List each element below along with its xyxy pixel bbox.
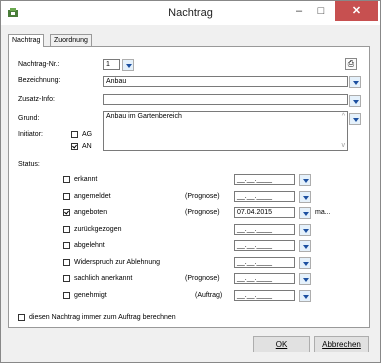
an-label: AN [82,143,92,150]
printer-icon: ⎙ [347,59,355,68]
maximize-button[interactable]: □ [310,1,332,21]
status-checkbox[interactable] [63,275,70,282]
status-note: (Prognose) [185,193,220,200]
an-checkbox[interactable] [71,143,78,150]
cancel-button-label: Abbrechen [322,340,361,349]
always-calc-checkbox[interactable] [18,314,25,321]
zusatz-info-label: Zusatz-Info: [18,96,55,103]
status-date-field[interactable]: __.__.____ [234,273,295,284]
title-bar: Nachtrag – □ ✕ [1,1,380,25]
bezeichnung-dropdown-button[interactable] [349,76,361,88]
status-date-field[interactable]: __.__.____ [234,240,295,251]
status-date-dropdown-button[interactable] [299,174,311,186]
bezeichnung-field[interactable]: Anbau [103,76,348,87]
status-date-field[interactable]: __.__.____ [234,174,295,185]
status-date-dropdown-button[interactable] [299,207,311,219]
close-button[interactable]: ✕ [335,1,378,21]
tab-zuordnung[interactable]: Zuordnung [50,34,92,46]
status-checkbox[interactable] [63,176,70,183]
grund-textarea[interactable]: Anbau im Gartenbereich ^ v [103,111,348,151]
ag-checkbox[interactable] [71,131,78,138]
status-note: (Prognose) [185,209,220,216]
nachtrag-nr-dropdown-button[interactable] [122,59,134,71]
print-button[interactable]: ⎙ [345,58,357,70]
status-checkbox[interactable] [63,242,70,249]
status-label-text: zurückgezogen [74,226,122,233]
scroll-down-arrow-icon[interactable]: v [342,142,346,149]
status-date-field[interactable]: 07.04.2015 [234,207,295,218]
status-date-field[interactable]: __.__.____ [234,191,295,202]
zusatz-info-field[interactable] [103,94,348,105]
status-label-text: sachlich anerkannt [74,275,133,282]
status-date-field[interactable]: __.__.____ [234,224,295,235]
status-note: (Auftrag) [195,292,223,299]
ok-button[interactable]: OK [253,336,310,353]
minimize-button[interactable]: – [288,1,310,21]
status-date-dropdown-button[interactable] [299,224,311,236]
status-label-text: Widerspruch zur Ablehnung [74,259,160,266]
status-date-dropdown-button[interactable] [299,240,311,252]
status-label-text: genehmigt [74,292,107,299]
status-note: (Prognose) [185,275,220,282]
ag-label: AG [82,131,93,138]
status-checkbox[interactable] [63,193,70,200]
status-extra-text: ma... [315,209,331,216]
grund-label: Grund: [18,115,40,122]
nachtrag-nr-select[interactable]: 1 [103,59,120,70]
status-label-text: erkannt [74,176,98,183]
bezeichnung-label: Bezeichnung: [18,77,61,84]
status-checkbox[interactable] [63,259,70,266]
status-checkbox[interactable] [63,226,70,233]
status-label-text: angeboten [74,209,108,216]
status-date-dropdown-button[interactable] [299,290,311,302]
status-checkbox[interactable] [63,292,70,299]
scroll-up-arrow-icon[interactable]: ^ [342,113,345,120]
nachtrag-nr-label: Nachtrag-Nr.: [18,61,60,68]
status-bar [1,352,380,362]
grund-text: Anbau im Gartenbereich [106,113,182,120]
status-date-dropdown-button[interactable] [299,257,311,269]
tab-nachtrag[interactable]: Nachtrag [8,34,45,47]
cancel-button[interactable]: Abbrechen [314,336,369,353]
status-checkbox[interactable] [63,209,70,216]
initiator-label: Initiator: [18,131,43,138]
dialog-window: Nachtrag – □ ✕ Nachtrag Zuordnung Nachtr… [0,0,381,363]
always-calc-label: diesen Nachtrag immer zum Auftrag berech… [29,314,176,321]
status-label-text: angemeldet [74,193,111,200]
status-date-field[interactable]: __.__.____ [234,290,295,301]
ok-button-label: OK [275,340,288,349]
zusatz-info-dropdown-button[interactable] [349,95,361,107]
status-date-field[interactable]: __.__.____ [234,257,295,268]
grund-dropdown-button[interactable] [349,113,361,125]
status-date-dropdown-button[interactable] [299,273,311,285]
status-label-text: abgelehnt [74,242,105,249]
tab-panel: Nachtrag-Nr.: 1 ⎙ Bezeichnung: Anbau Zus… [8,46,370,328]
status-label: Status: [18,161,40,168]
status-date-dropdown-button[interactable] [299,191,311,203]
